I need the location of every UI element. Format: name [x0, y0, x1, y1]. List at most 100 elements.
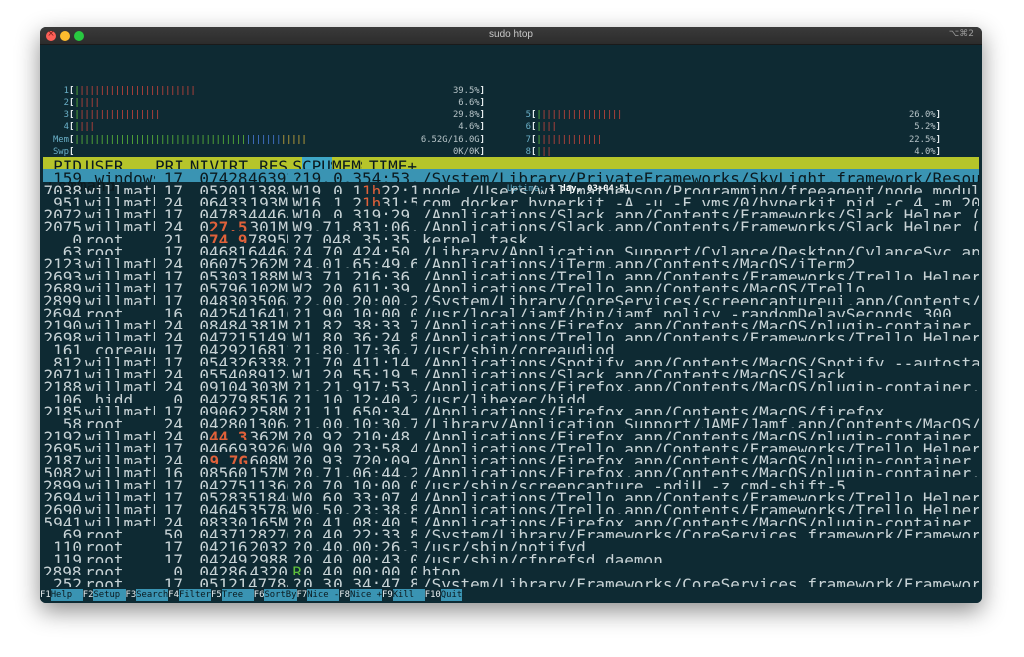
footer-key-f1[interactable]: F1 [40, 589, 51, 602]
footer-key-f6[interactable]: F6 [253, 589, 265, 602]
process-row[interactable]: 2072willmathe 17 04783M44464 W10.60.319:29.… [43, 206, 979, 218]
process-row[interactable]: 26948root 16 04254M16416?1.90.10:00.06/usr… [43, 305, 979, 317]
footer-action-tree[interactable]: Tree [221, 589, 254, 602]
footer-key-f10[interactable]: F10 [424, 589, 441, 602]
process-row[interactable]: 2187willmathe 24 09.7G608M?0.93.720:09.86 /… [43, 452, 979, 464]
command-cell: /usr/sbin/screencapture -pdiU -z cmd-shi… [422, 476, 846, 490]
footer-key-f4[interactable]: F4 [168, 589, 179, 602]
selected-process-row[interactable]: 159_windowse 17 07428M46392?19.30.354:53.7… [43, 169, 979, 182]
priority-cell: 17 [163, 353, 183, 367]
process-row[interactable]: 2694willmathe 17 05283M51840 W0.60.33:07.42… [43, 489, 979, 501]
pid-cell: 2689 [43, 279, 82, 293]
cpu-cell: 1.9 [303, 304, 332, 317]
priority-cell: 24 [163, 255, 183, 268]
footer-action-nice[interactable]: Nice - [307, 589, 340, 602]
process-row[interactable]: 252root1705121M47784?0.30.34:47.83/Syste… [43, 575, 979, 587]
command-cell: /usr/sbin/coreaudiod [422, 341, 615, 354]
footer-key-f3[interactable]: F3 [125, 589, 137, 602]
process-list[interactable]: 159_windowse1707428M46392?19.30.354:53.7… [43, 169, 979, 587]
meter-bar: |||| [74, 122, 94, 132]
process-row[interactable]: 2690willmathe 17 04645M35788 W0.50.23:38.88… [43, 501, 979, 513]
process-row[interactable]: 2698willmathe 24 04721M51492 W1.80.36:24.81… [43, 329, 979, 341]
process-row[interactable]: 63root 17 04681M64468?4.70.424:50.61/Libra… [43, 243, 979, 255]
process-row[interactable]: 161_coreaudi 17 04292M16812?1.80.17:36.75 /… [43, 341, 979, 353]
process-row[interactable]: 2190willmathe 24 08484M381M?1.82.38:33.73 /… [43, 317, 979, 329]
command-cell: /System/Library/Frameworks/CoreServices.… [422, 575, 979, 588]
process-row[interactable]: 812willmathe 17 05432M63384?1.70.411:14.59… [43, 354, 979, 366]
footer-action-setup[interactable]: Setup [93, 589, 126, 602]
process-row[interactable]: 106_hidd004279M8516?1.10.12:40.24/usr/li… [43, 391, 979, 403]
process-row[interactable]: 0root21074.9G7895M?7.048.235:35.14kernel… [43, 231, 979, 243]
footer-key-f2[interactable]: F2 [82, 589, 94, 602]
virt-cell: 5796M [209, 279, 248, 293]
footer-action-quit[interactable]: Quit [440, 589, 463, 602]
priority-cell: 17 [163, 181, 183, 194]
cpu-cell: 1.7 [303, 353, 332, 367]
footer-action-search[interactable]: Search [136, 589, 169, 602]
pid-cell: 110 [53, 538, 82, 551]
process-row[interactable]: 5082willmathe 16 08560M157M?0.71.06:44.29 /… [43, 464, 979, 476]
footer-key-f9[interactable]: F9 [382, 589, 393, 602]
meter-value: 6.52G/16.0G] [421, 134, 485, 146]
process-row[interactable]: 28989root004286M4320R0.40.00:00.09htop [43, 563, 979, 575]
meter-label: 2 [63, 97, 69, 108]
time-cell: 35:35.14 [362, 231, 417, 243]
footer-action-kill[interactable]: Kill [392, 589, 425, 602]
process-row[interactable]: 951willmathe 24 06433M193M W16.81.21h31:59 c… [43, 194, 979, 206]
state-cell: ? [292, 230, 302, 244]
footer-action-filter[interactable]: Filter [178, 589, 211, 602]
process-row[interactable]: 5941willmathe 24 08330M165M?0.41.08:40.56 /… [43, 514, 979, 526]
process-table-header[interactable]: PIDUSERPRINIVIRTRESSCPU%MEM%TIME+Command [43, 157, 979, 195]
cpu-cell: 4.0 [303, 255, 332, 268]
user-cell: root [85, 538, 124, 551]
process-row[interactable]: 119root 17 04249M2988?0.40.00:43.06/usr/sb… [43, 551, 979, 563]
time-value: 0:00.09 [362, 562, 417, 576]
meter-bar: ||||||||||||||||| [536, 110, 622, 120]
res-cell: 39260 [248, 439, 288, 453]
pid-cell: 2188 [43, 378, 82, 391]
command-cell: /Applications/Trello.app/Contents/MacOS/… [422, 279, 866, 293]
process-row[interactable]: 2192willmathe 24 044.3G362M?0.92.210:48.14… [43, 428, 979, 440]
user-cell: root [85, 550, 124, 563]
process-row[interactable]: 2185willmathe 17 09062M258M?1.11.650:34.06… [43, 403, 979, 415]
res-cell: 258M [249, 402, 288, 416]
process-row[interactable]: 2188willmathe 24 09104M303M?1.21.917:53.58… [43, 378, 979, 390]
window-title: sudo htop [489, 29, 533, 40]
process-row[interactable]: 7038willmathe 17 05201M13884 W19.20.11h22:1… [43, 182, 979, 194]
process-row[interactable]: 110root 17 04216M2032?0.40.00:26.36/usr/sb… [43, 538, 979, 550]
process-row[interactable]: 2689willmathe 17 05796M102M W2.20.611:39.13… [43, 280, 979, 292]
command-cell: /Applications/Firefox.app/Contents/MacOS… [422, 402, 885, 416]
user-cell: _hidd [85, 390, 134, 403]
user-cell: willmathe [85, 316, 155, 330]
virt-cell: 8560M [209, 464, 248, 477]
footer-action-sortby[interactable]: SortBy [264, 589, 297, 602]
footer-key-f5[interactable]: F5 [211, 589, 222, 602]
process-row[interactable]: 28990willmathe 17 04275M11360?0.70.10:00.0… [43, 477, 979, 489]
nice-cell: 0 [199, 476, 209, 490]
process-row[interactable]: 69root 50 04371M28276?0.40.22:33.89/System… [43, 526, 979, 538]
process-row[interactable]: 2071willmathe 24 05540M89124 W1.20.55:19.50… [43, 366, 979, 378]
res-cell: 7895M [248, 230, 288, 244]
process-row[interactable]: 2695willmathe 17 04669M39260 W0.90.23:58.49… [43, 440, 979, 452]
time-value: 11:39.13 [362, 279, 417, 293]
res-cell: 303M [249, 378, 288, 391]
user-cell: willmathe [85, 476, 155, 490]
meter-value-text: 6.52G/16.0G [420, 134, 480, 145]
footer-action-help[interactable]: Help [50, 589, 83, 602]
virt-cell: 4721M [209, 329, 248, 342]
priority-cell: 17 [163, 341, 183, 354]
footer-key-f8[interactable]: F8 [339, 589, 350, 602]
footer-action-nice[interactable]: Nice + [349, 589, 382, 602]
footer-key-f7[interactable]: F7 [296, 589, 308, 602]
process-row[interactable]: 28991willmathe 17 04830M35068?2.00.20:00.2… [43, 292, 979, 304]
res-cell: 13884 [248, 181, 288, 194]
cpu-cell: 0.6 [303, 489, 332, 502]
process-row[interactable]: 58root 24 04280M13064?1.00.10:30.70/Librar… [43, 415, 979, 427]
state-cell: ? [292, 316, 302, 330]
time-cell: 0:30.70 [362, 415, 417, 427]
process-row[interactable]: 2123willmathe 24 06075M262M?4.01.65:49.61 /… [43, 255, 979, 267]
process-row[interactable]: 2693willmathe 17 05303M188M W3.71.216:36.96… [43, 268, 979, 280]
command-cell: /Applications/Slack.app/Contents/MacOS/S… [422, 366, 846, 379]
process-row[interactable]: 2075willmathe 24 027.5G301M W9.71.831:06.47… [43, 218, 979, 230]
time-cell: 1h22:11 [362, 182, 417, 194]
